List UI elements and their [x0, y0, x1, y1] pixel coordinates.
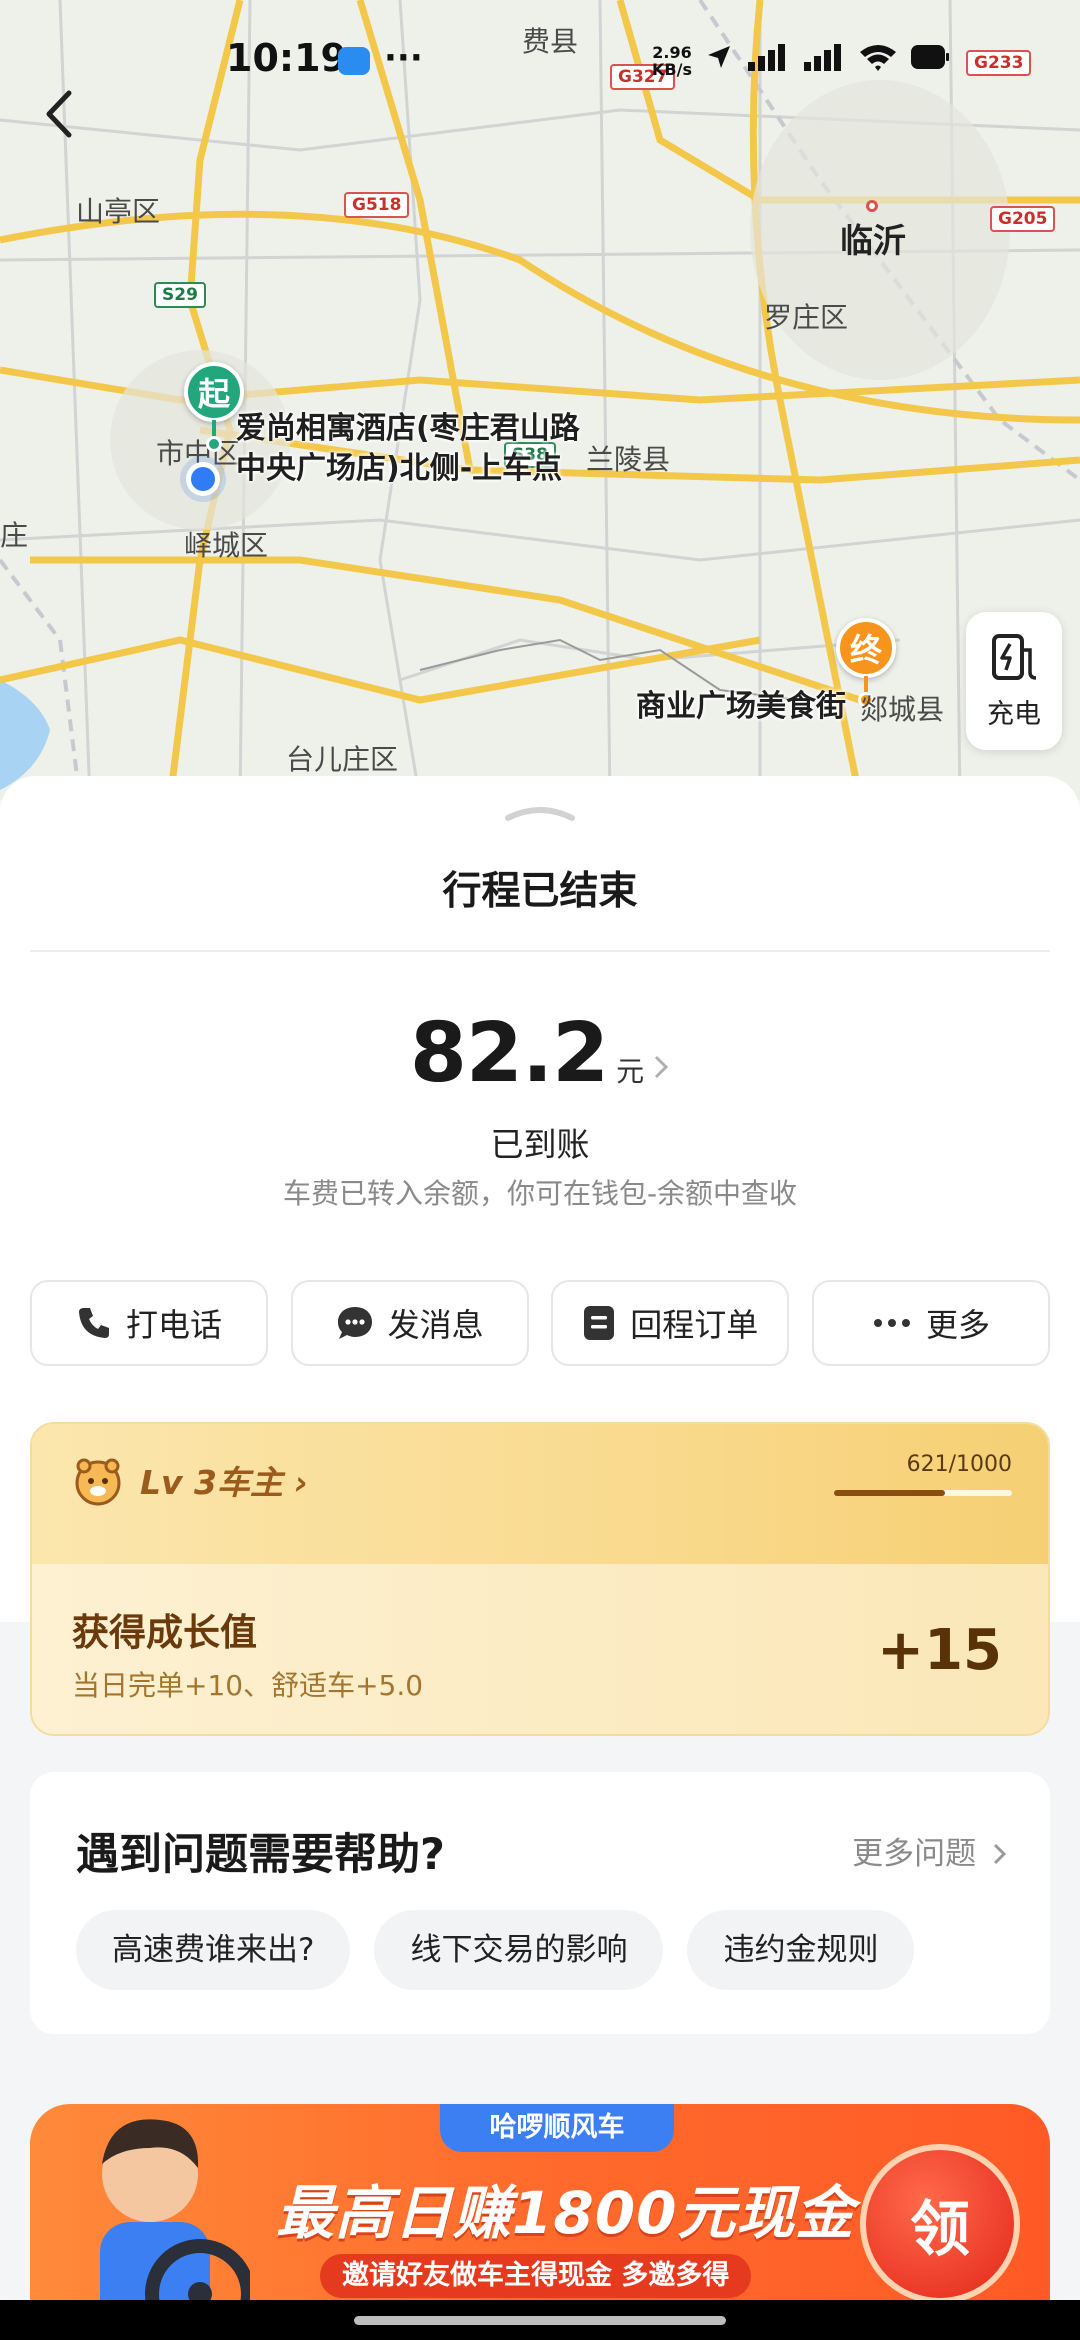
start-pin-dot: [206, 436, 222, 452]
level-name-text: Lv 3车主: [140, 1463, 283, 1502]
current-location-icon: [186, 462, 220, 496]
start-place-line1: 爱尚相寓酒店(枣庄君山路: [236, 411, 580, 446]
help-chips: 高速费谁来出? 线下交易的影响 违约金规则: [76, 1910, 1036, 1990]
level-header: Lv 3车主 › 621/1000: [32, 1424, 1048, 1564]
charge-label: 充电: [987, 698, 1041, 730]
chat-icon: [337, 1307, 372, 1339]
level-progress-text: 621/1000: [906, 1452, 1012, 1477]
fare-note: 车费已转入余额，你可在钱包-余额中查收: [282, 1177, 798, 1210]
end-place-name: 商业广场美食街: [636, 689, 846, 724]
home-indicator: [0, 2300, 1080, 2340]
sheet-grabber-icon[interactable]: [504, 804, 576, 822]
map-view[interactable]: 费县 山亭区 临沂 罗庄区 兰陵县 市中区 峄城区 台儿庄区 庄 G327 G5…: [0, 0, 1080, 800]
end-pin-icon[interactable]: 终: [836, 618, 896, 678]
signal-2-icon: [804, 44, 841, 71]
message-button-label: 发消息: [387, 1306, 484, 1344]
location-arrow-icon: [708, 46, 730, 68]
app-root: 费县 山亭区 临沂 罗庄区 兰陵县 市中区 峄城区 台儿庄区 庄 G327 G5…: [0, 0, 1080, 2340]
charge-button[interactable]: 充电: [966, 612, 1062, 750]
promo-claim-button[interactable]: 领: [860, 2144, 1020, 2304]
level-badge-icon: [75, 1458, 121, 1506]
signal-icon: [748, 44, 785, 71]
map-label-luozhuang: 罗庄区: [764, 301, 849, 334]
network-speed-unit: KB/s: [652, 60, 692, 79]
growth-detail: 当日完单+10、舒适车+5.0: [72, 1669, 424, 1702]
road-badge-s29: S29: [154, 282, 206, 308]
map-roads: [0, 0, 1080, 800]
more-button[interactable]: 更多: [811, 1280, 1050, 1366]
charging-pile-icon: [992, 633, 1037, 680]
return-order-button[interactable]: 回程订单: [551, 1280, 790, 1366]
chevron-right-icon: [655, 1055, 669, 1079]
fare-status: 已到账: [490, 1125, 590, 1164]
fare-amount: 82.2: [409, 1006, 609, 1101]
fare-unit: 元: [616, 1055, 645, 1088]
trip-status-title: 行程已结束: [442, 869, 638, 914]
level-progress-fill: [834, 1490, 945, 1496]
start-pin-icon[interactable]: 起: [184, 362, 244, 422]
promo-headline: 最高日赚1800元现金: [276, 2179, 855, 2247]
network-speed: 2.96 KB/s: [652, 44, 692, 78]
map-label-zhuang: 庄: [0, 519, 29, 552]
more-button-label: 更多: [925, 1306, 990, 1344]
return-order-label: 回程订单: [630, 1306, 759, 1344]
city-dot-icon: [866, 200, 878, 212]
status-icons: [704, 42, 950, 72]
chevron-right-icon: [993, 1843, 1007, 1865]
level-name[interactable]: Lv 3车主 ›: [140, 1456, 308, 1504]
wifi-icon: [860, 45, 896, 71]
growth-section: 获得成长值 当日完单+10、舒适车+5.0 +15: [32, 1564, 1048, 1734]
help-card: 遇到问题需要帮助? 更多问题 高速费谁来出? 线下交易的影响 违约金规则: [30, 1772, 1050, 2034]
level-chevron-icon: ›: [294, 1463, 309, 1502]
action-buttons: 打电话 发消息 回程订单 更多: [30, 1280, 1050, 1366]
road-badge-g205: G205: [990, 206, 1056, 232]
start-place-line2: 中央广场店)北侧-上车点: [236, 451, 563, 486]
order-icon: [584, 1306, 615, 1340]
map-label-tancheng: 郯城县: [860, 693, 945, 726]
call-button-label: 打电话: [125, 1306, 222, 1344]
help-chip-penalty-rules[interactable]: 违约金规则: [687, 1910, 915, 1990]
more-questions-label: 更多问题: [852, 1836, 977, 1872]
battery-icon: [911, 45, 949, 69]
map-label-taierzhuang: 台儿庄区: [286, 743, 399, 776]
growth-points: +15: [877, 1618, 1002, 1683]
status-more-indicator: ···: [384, 38, 423, 78]
map-label-lanling: 兰陵县: [586, 443, 671, 476]
fare-row[interactable]: 82.2 元: [0, 1006, 1080, 1101]
cloud-icon: [338, 47, 370, 75]
sheet-header: 行程已结束: [0, 776, 1080, 956]
road-badge-g518: G518: [344, 192, 410, 218]
more-questions-link[interactable]: 更多问题: [852, 1828, 1008, 1873]
help-chip-offline-trade[interactable]: 线下交易的影响: [374, 1910, 664, 1990]
driver-level-card[interactable]: Lv 3车主 › 621/1000 获得成长值 当日完单+10、舒适车+5.0 …: [30, 1422, 1050, 1736]
promo-subline: 邀请好友做车主得现金 多邀多得: [320, 2254, 752, 2298]
status-time: 10:19: [226, 36, 347, 80]
help-title: 遇到问题需要帮助?: [76, 1830, 445, 1880]
map-label-yicheng: 峄城区: [184, 529, 269, 562]
map-label-linyi: 临沂: [840, 221, 906, 260]
help-chip-toll[interactable]: 高速费谁来出?: [76, 1910, 351, 1990]
call-button[interactable]: 打电话: [30, 1280, 268, 1366]
network-speed-value: 2.96: [652, 43, 692, 62]
phone-icon: [78, 1308, 109, 1338]
more-dots-icon: [873, 1319, 910, 1327]
status-bar: 10:19 ··· 2.96 KB/s: [0, 0, 1080, 120]
promo-brand-tag: 哈啰顺风车: [440, 2104, 674, 2152]
level-progress-bar: [834, 1490, 1012, 1496]
growth-title: 获得成长值: [72, 1611, 257, 1654]
home-indicator-pill[interactable]: [354, 2316, 726, 2325]
map-label-shanting: 山亭区: [76, 195, 161, 228]
message-button[interactable]: 发消息: [290, 1280, 529, 1366]
